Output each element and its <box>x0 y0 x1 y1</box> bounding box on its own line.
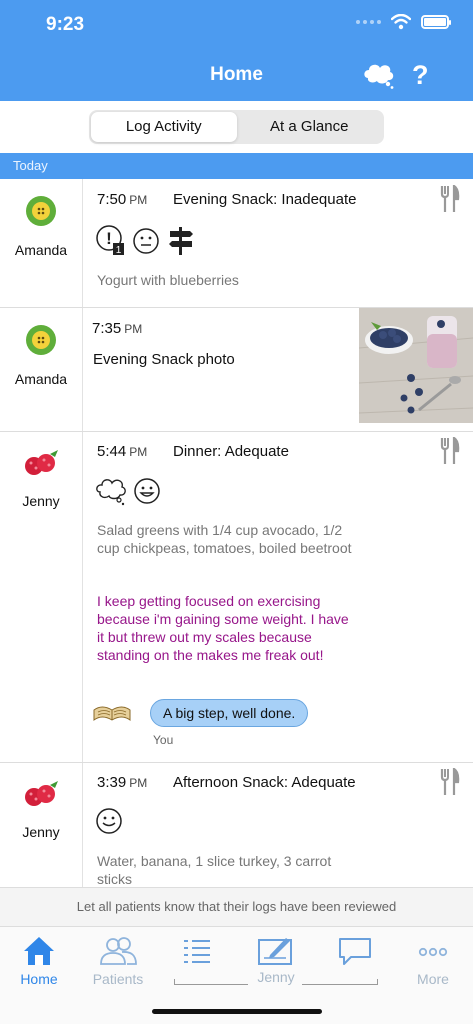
button-avatar-icon <box>26 325 56 355</box>
photo-title: Evening Snack photo <box>93 351 235 368</box>
entry-description: Water, banana, 1 slice turkey, 3 carrot … <box>97 853 332 887</box>
neutral-face-icon <box>133 228 159 254</box>
wifi-icon <box>391 14 411 30</box>
entry-time: 7:50 PM <box>97 191 148 208</box>
patient-info[interactable]: Jenny <box>0 779 82 840</box>
patient-name: Jenny <box>22 824 60 840</box>
meal-title: Evening Snack: Inadequate <box>173 191 357 208</box>
meal-photo[interactable] <box>359 308 473 423</box>
tab-logs[interactable] <box>162 935 232 971</box>
battery-icon <box>421 15 451 29</box>
meal-title: Afternoon Snack: Adequate <box>173 774 356 791</box>
reply-bubble[interactable]: A big step, well done. <box>150 699 309 727</box>
raspberry-avatar-icon <box>25 450 58 475</box>
alert-count-icon: ! 1 <box>96 225 124 256</box>
entry-time: 3:39 PM <box>97 774 148 791</box>
patient-info[interactable]: Amanda <box>0 324 82 387</box>
patient-name: Amanda <box>14 371 68 387</box>
view-segmented-control: Log Activity At a Glance <box>89 110 384 144</box>
patient-note: I keep getting focused on exercising bec… <box>97 593 349 663</box>
patient-info[interactable]: Amanda <box>0 195 82 258</box>
entry-time: 5:44 PM <box>97 443 148 460</box>
tab-patients[interactable]: Patients <box>83 935 153 987</box>
home-indicator <box>152 1009 322 1014</box>
log-entry[interactable]: Amanda 7:50 PM Evening Snack: Inadequate … <box>0 179 473 308</box>
cellular-signal-icon <box>356 20 381 24</box>
help-button[interactable]: ? <box>412 60 429 91</box>
fork-knife-icon <box>440 437 460 464</box>
fork-knife-icon <box>440 768 460 795</box>
log-entry[interactable]: Jenny 5:44 PM Dinner: Adequate Salad gree… <box>0 432 473 763</box>
thought-cloud-icon <box>96 479 126 506</box>
patient-name: Jenny <box>22 493 60 509</box>
activity-feed[interactable]: Amanda 7:50 PM Evening Snack: Inadequate … <box>0 179 473 887</box>
reply-row: A big step, well done. <box>92 699 309 727</box>
thought-cloud-icon[interactable] <box>362 60 396 90</box>
tab-messages[interactable] <box>320 935 390 971</box>
entry-time: 7:35 PM <box>92 320 143 337</box>
svg-text:!: ! <box>106 229 112 248</box>
smile-face-icon <box>96 808 122 834</box>
mood-icons <box>95 807 123 835</box>
tab-notes[interactable] <box>241 935 311 971</box>
meal-title: Dinner: Adequate <box>173 443 289 460</box>
svg-text:1: 1 <box>116 245 122 256</box>
tab-home-label: Home <box>20 971 58 987</box>
patient-info[interactable]: Jenny <box>0 448 82 509</box>
open-book-icon <box>93 706 131 721</box>
mood-icons: ! 1 <box>96 225 196 257</box>
edit-note-icon <box>258 938 292 965</box>
tab-log-activity[interactable]: Log Activity <box>91 112 237 142</box>
signpost-icon <box>169 227 193 255</box>
tab-home[interactable]: Home <box>4 935 74 987</box>
mood-icons <box>95 476 161 506</box>
mark-all-reviewed-button[interactable]: Let all patients know that their logs ha… <box>0 887 473 927</box>
selected-patient-label: Jenny <box>257 969 295 985</box>
button-avatar-icon <box>26 196 56 226</box>
patients-icon <box>100 937 137 965</box>
section-header-today: Today <box>0 153 473 179</box>
tab-more-label: More <box>417 971 449 987</box>
tab-at-a-glance[interactable]: At a Glance <box>237 112 383 142</box>
status-time: 9:23 <box>46 14 85 35</box>
home-icon <box>24 937 54 965</box>
entry-description: Yogurt with blueberries <box>97 272 239 288</box>
list-icon <box>184 940 210 963</box>
tab-patients-label: Patients <box>92 971 144 987</box>
page-title: Home <box>210 64 263 85</box>
nav-header: 9:23 Home ? <box>0 0 473 101</box>
patient-name: Amanda <box>14 242 68 258</box>
tab-more[interactable]: More <box>398 935 468 987</box>
raspberry-avatar-icon <box>25 781 58 806</box>
reply-author: You <box>153 733 174 747</box>
chat-bubble-icon <box>339 938 371 965</box>
more-dots-icon <box>418 947 448 957</box>
log-entry[interactable]: Amanda 7:35 PM Evening Snack photo <box>0 308 473 432</box>
fork-knife-icon <box>440 185 460 212</box>
happy-face-icon <box>134 478 160 504</box>
status-icons <box>356 14 451 30</box>
log-entry[interactable]: Jenny 3:39 PM Afternoon Snack: Adequate W… <box>0 763 473 887</box>
entry-description: Salad greens with 1/4 cup avocado, 1/2 c… <box>97 522 352 556</box>
